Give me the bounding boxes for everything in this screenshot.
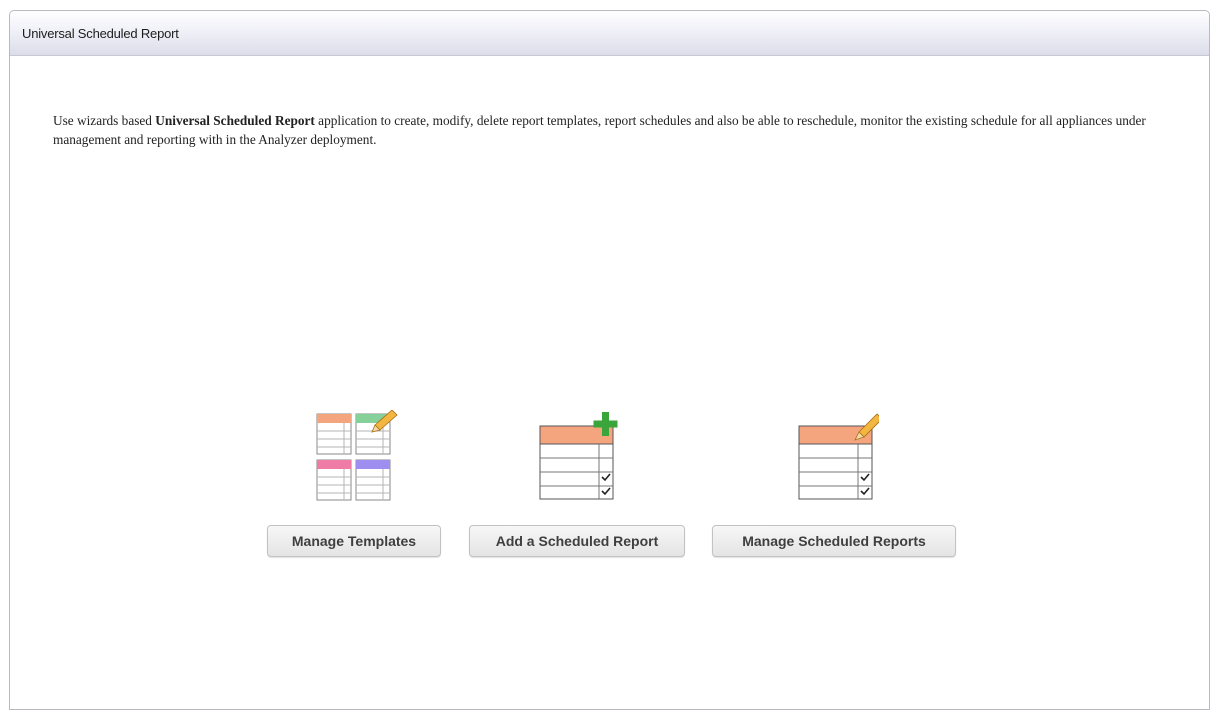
manage-scheduled-reports-button[interactable]: Manage Scheduled Reports (712, 525, 956, 557)
mini-table-orange (316, 413, 352, 455)
edit-report-icon[interactable] (789, 410, 879, 502)
manage-templates-action: Manage Templates (267, 410, 441, 557)
add-scheduled-report-action: Add a Scheduled Report (469, 410, 685, 557)
intro-text: Use wizards based Universal Scheduled Re… (53, 111, 1168, 149)
mini-table-purple (355, 459, 391, 501)
add-scheduled-report-button[interactable]: Add a Scheduled Report (469, 525, 685, 557)
templates-grid-icon[interactable] (309, 410, 399, 502)
intro-app-name: Universal Scheduled Report (155, 113, 315, 129)
panel-title: Universal Scheduled Report (22, 25, 179, 41)
manage-templates-button[interactable]: Manage Templates (267, 525, 441, 557)
add-report-icon[interactable] (532, 410, 622, 502)
mini-table-pink (316, 459, 352, 501)
panel-header: Universal Scheduled Report (10, 11, 1209, 56)
manage-scheduled-reports-action: Manage Scheduled Reports (712, 410, 956, 557)
intro-prefix: Use wizards based (53, 113, 156, 129)
